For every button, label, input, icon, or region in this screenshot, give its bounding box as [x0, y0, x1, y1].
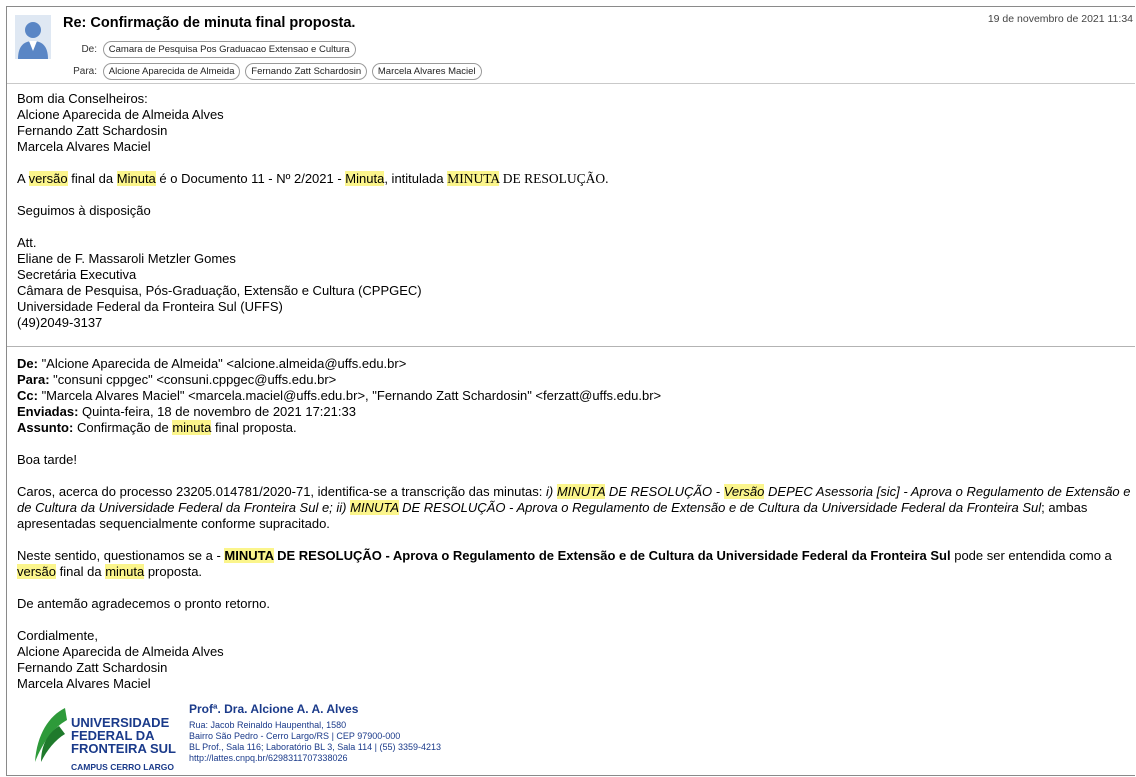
email-subject: Re: Confirmação de minuta final proposta…: [63, 15, 356, 31]
text: A: [17, 171, 29, 186]
search-highlight: Minuta: [345, 171, 385, 186]
search-highlight: MINUTA: [350, 500, 399, 515]
campus-label: CAMPUS CERRO LARGO: [71, 762, 174, 772]
logo-text: FRONTEIRA SUL: [71, 741, 176, 756]
recipient-name: Marcela Alvares Maciel: [17, 139, 151, 154]
message-header: Re: Confirmação de minuta final proposta…: [7, 7, 1135, 84]
text: i): [545, 484, 557, 499]
text: DE RESOLUÇÃO - Aprova o Regulamento de E…: [398, 500, 1042, 515]
search-highlight: minuta: [105, 564, 145, 579]
recipient-name: Alcione Aparecida de Almeida Alves: [17, 107, 224, 122]
signature-line: Universidade Federal da Fronteira Sul (U…: [17, 299, 283, 314]
quoted-greeting: Boa tarde!: [17, 452, 77, 467]
field-label: Para:: [17, 372, 50, 387]
text: proposta.: [144, 564, 203, 579]
quoted-name: Fernando Zatt Schardosin: [17, 660, 168, 675]
to-row: Para: Alcione Aparecida de Almeida Ferna…: [63, 63, 484, 80]
field-label: Assunto:: [17, 420, 74, 435]
signature-line: (49)2049-3137: [17, 315, 103, 330]
to-label: Para:: [73, 66, 97, 77]
field-label: Enviadas:: [17, 404, 79, 419]
field-value: Quinta-feira, 18 de novembro de 2021 17:…: [78, 404, 356, 419]
search-highlight: versão: [17, 564, 57, 579]
signature-image: UNIVERSIDADE FEDERAL DA FRONTEIRA SUL CA…: [29, 698, 509, 775]
search-highlight: MINUTA: [556, 484, 606, 499]
field-value: "consuni cppgec" <consuni.cppgec@uffs.ed…: [49, 372, 337, 387]
quote-divider: [7, 346, 1135, 347]
signature-line: Câmara de Pesquisa, Pós-Graduação, Exten…: [17, 283, 422, 298]
sender-chip[interactable]: Camara de Pesquisa Pos Graduacao Extensa…: [102, 41, 356, 58]
quoted-message: De: "Alcione Aparecida de Almeida" <alci…: [17, 356, 1131, 692]
lattes-link[interactable]: http://lattes.cnpq.br/6298311707338026: [189, 753, 347, 763]
professor-name: Profª. Dra. Alcione A. A. Alves: [189, 702, 359, 716]
quoted-cc: Cc: "Marcela Alvares Maciel" <marcela.ma…: [17, 388, 1131, 404]
recipient-chip[interactable]: Fernando Zatt Schardosin: [245, 63, 368, 80]
quoted-closing: Cordialmente,: [17, 628, 98, 643]
recipient-chip[interactable]: Marcela Alvares Maciel: [371, 63, 482, 80]
quoted-to: Para: "consuni cppgec" <consuni.cppgec@u…: [17, 372, 1131, 388]
text: Neste sentido, questionamos se a -: [17, 548, 225, 563]
uffs-logo-icon: [35, 708, 67, 762]
from-row: De: Camara de Pesquisa Pos Graduacao Ext…: [63, 41, 358, 58]
signature-line: Att.: [17, 235, 37, 250]
quoted-thanks: De antemão agradecemos o pronto retorno.: [17, 596, 270, 611]
signature-line: Eliane de F. Massaroli Metzler Gomes: [17, 251, 236, 266]
address-line: Rua: Jacob Reinaldo Haupenthal, 1580: [189, 720, 347, 730]
quoted-subject: Assunto: Confirmação de minuta final pro…: [17, 420, 1131, 436]
search-highlight: versão: [28, 171, 68, 186]
field-label: De:: [17, 356, 38, 371]
search-highlight: minuta: [172, 420, 212, 435]
address-line: BL Prof., Sala 116; Laboratório BL 3, Sa…: [189, 742, 442, 752]
field-label: Cc:: [17, 388, 38, 403]
availability-line: Seguimos à disposição: [17, 203, 151, 218]
text: DE RESOLUÇÃO -: [605, 484, 724, 499]
text: pode ser entendida como a: [950, 548, 1112, 563]
text: DE RESOLUÇÃO - Aprova o Regulamento de E…: [273, 548, 951, 563]
search-highlight: Minuta: [116, 171, 156, 186]
search-highlight: MINUTA: [224, 548, 274, 563]
text: , intitulada: [384, 171, 448, 186]
field-value: "Alcione Aparecida de Almeida" <alcione.…: [37, 356, 407, 371]
search-highlight: Versão: [723, 484, 765, 499]
text: DE RESOLUÇÃO.: [499, 171, 609, 186]
quoted-paragraph-1: Caros, acerca do processo 23205.014781/2…: [17, 484, 1131, 532]
greeting: Bom dia Conselheiros:: [17, 91, 148, 106]
quoted-name: Marcela Alvares Maciel: [17, 676, 151, 691]
quoted-sent: Enviadas: Quinta-feira, 18 de novembro d…: [17, 404, 1131, 420]
text: final da: [67, 171, 117, 186]
recipient-chip[interactable]: Alcione Aparecida de Almeida: [102, 63, 241, 80]
contact-avatar-icon: [15, 15, 51, 59]
field-value: final proposta.: [211, 420, 297, 435]
main-paragraph: A versão final da Minuta é o Documento 1…: [17, 171, 1131, 187]
email-view: Re: Confirmação de minuta final proposta…: [6, 6, 1135, 776]
quoted-from: De: "Alcione Aparecida de Almeida" <alci…: [17, 356, 1131, 372]
text: é o Documento 11 - Nº 2/2021 -: [155, 171, 346, 186]
address-line: Bairro São Pedro - Cerro Largo/RS | CEP …: [189, 731, 401, 741]
quoted-name: Alcione Aparecida de Almeida Alves: [17, 644, 224, 659]
field-value: Confirmação de: [73, 420, 173, 435]
field-value: "Marcela Alvares Maciel" <marcela.maciel…: [37, 388, 662, 403]
text: Caros, acerca do processo 23205.014781/2…: [17, 484, 546, 499]
text: final da: [56, 564, 106, 579]
recipient-name: Fernando Zatt Schardosin: [17, 123, 168, 138]
email-body: Bom dia Conselheiros: Alcione Aparecida …: [17, 91, 1131, 331]
email-date: 19 de novembro de 2021 11:34: [987, 13, 1133, 25]
search-highlight: MINUTA: [447, 171, 500, 186]
from-label: De:: [81, 44, 97, 55]
quoted-paragraph-2: Neste sentido, questionamos se a - MINUT…: [17, 548, 1131, 580]
signature-line: Secretária Executiva: [17, 267, 137, 282]
